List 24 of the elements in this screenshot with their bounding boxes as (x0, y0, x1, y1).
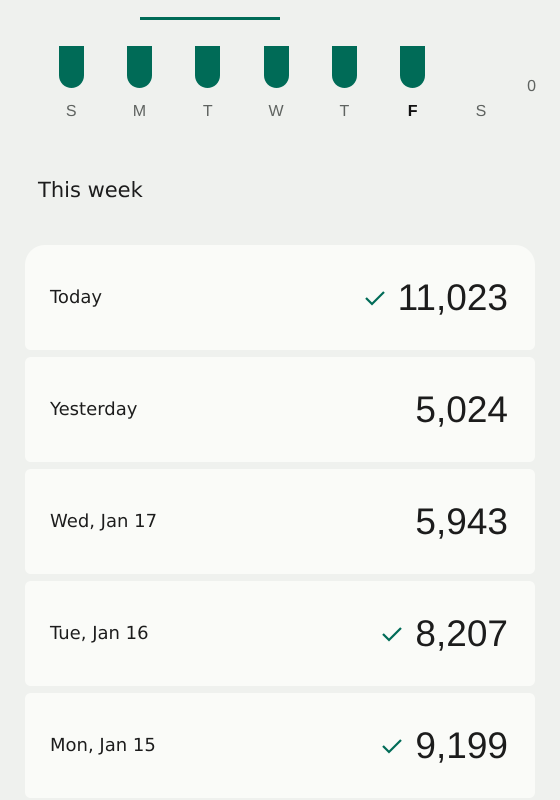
day-card[interactable]: Yesterday 5,024 (25, 357, 535, 462)
step-count: 9,199 (415, 724, 508, 766)
day-label[interactable]: T (339, 103, 350, 121)
day-label[interactable]: T (202, 103, 213, 121)
day-name: Mon, Jan 15 (50, 735, 157, 756)
day-name: Wed, Jan 17 (50, 511, 158, 532)
day-label[interactable]: S (476, 103, 486, 121)
day-label[interactable]: S (66, 103, 76, 121)
day-label[interactable]: W (268, 103, 284, 121)
day-name: Yesterday (50, 399, 138, 420)
step-count: 11,023 (398, 276, 508, 318)
day-card[interactable]: Tue, Jan 16 8,207 (25, 581, 535, 686)
step-count: 8,207 (415, 612, 508, 654)
day-name: Today (50, 287, 104, 308)
section-title: This week (37, 177, 144, 204)
day-card[interactable]: Today 11,023 (25, 245, 535, 350)
step-count: 5,943 (415, 500, 508, 542)
step-count: 5,024 (415, 388, 508, 430)
day-card[interactable]: Wed, Jan 17 5,943 (25, 469, 535, 574)
day-card[interactable]: Mon, Jan 15 9,199 (25, 693, 535, 798)
day-label[interactable]: M (132, 103, 146, 121)
day-label[interactable]: F (408, 103, 418, 121)
axis-label: 0 (527, 78, 536, 97)
day-name: Tue, Jan 16 (50, 623, 150, 644)
